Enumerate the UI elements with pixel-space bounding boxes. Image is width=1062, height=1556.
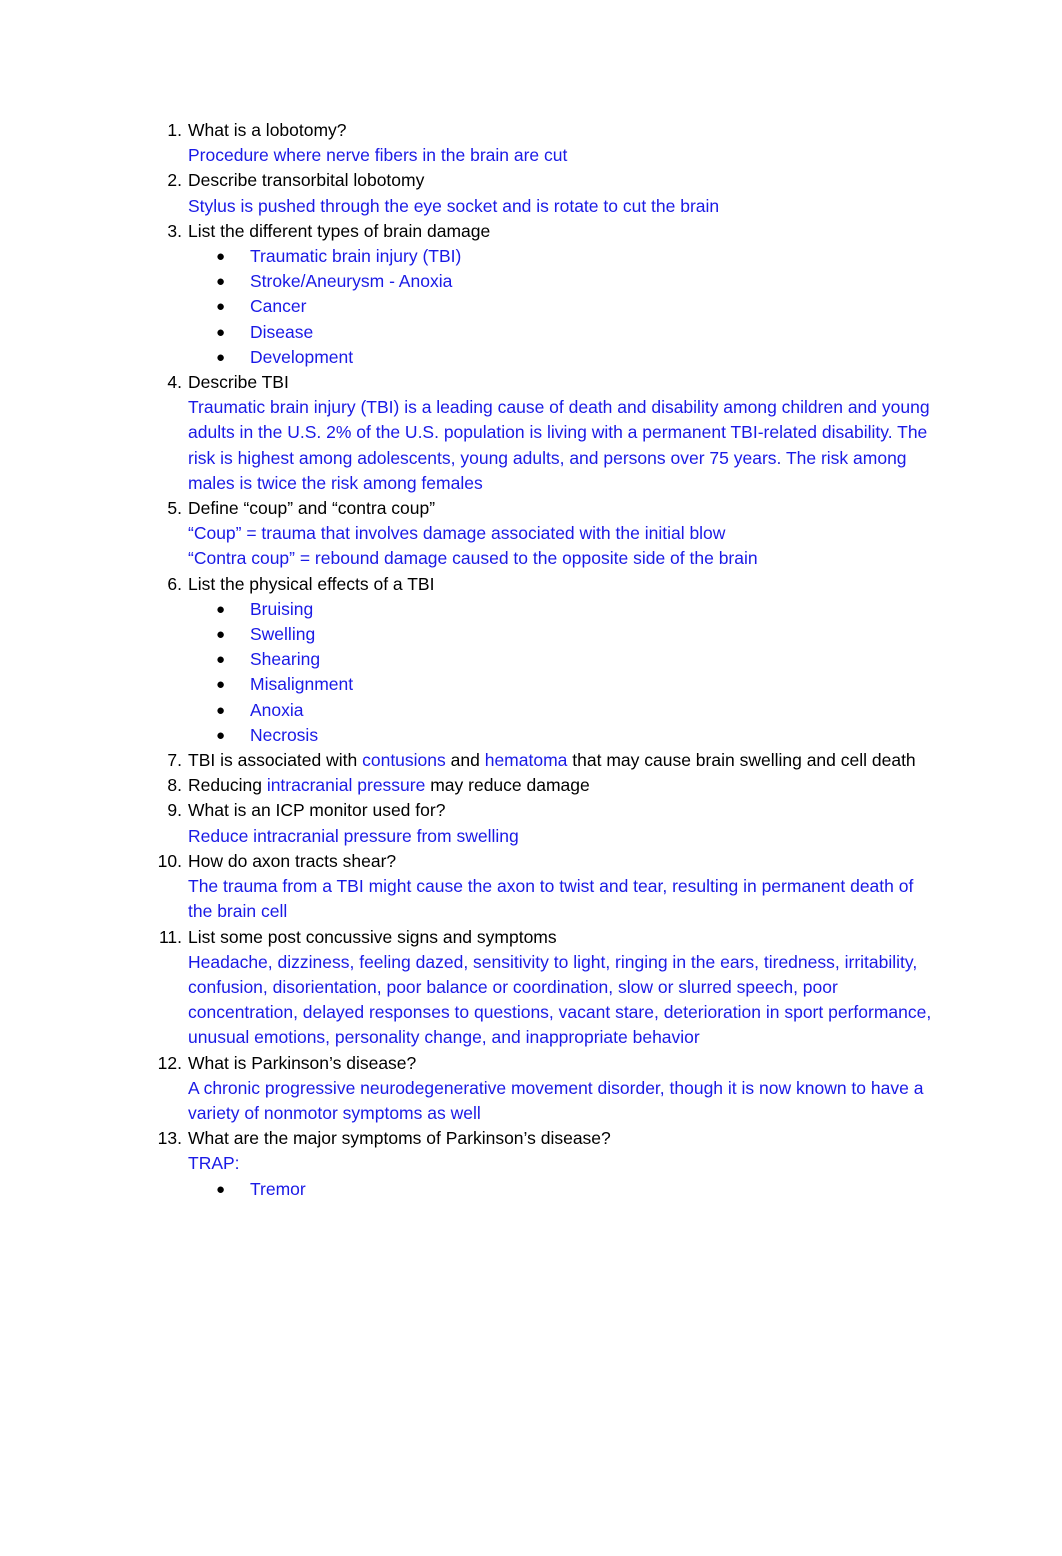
bullet-dot-icon: ● <box>216 600 226 618</box>
bullet-dot-icon: ● <box>216 651 226 669</box>
question-item: 7. TBI is associated with contusions and … <box>155 748 937 773</box>
question-number: 5. <box>167 498 182 519</box>
answer-bullet-label: Cancer <box>250 296 307 317</box>
question-text: Reducing intracranial pressure may reduc… <box>188 773 937 798</box>
answer-text: The trauma from a TBI might cause the ax… <box>188 876 914 922</box>
answer-bullet-label: Necrosis <box>250 724 319 745</box>
question-number: 13. <box>157 1128 182 1149</box>
question-fragment: TBI is associated with <box>188 750 363 771</box>
answer-bullet-label: Tremor <box>250 1178 306 1199</box>
question-number: 1. <box>167 120 182 140</box>
bullet-dot-icon: ● <box>216 248 226 266</box>
answer-text: A chronic progressive neurodegenerative … <box>188 1077 924 1123</box>
answer-text: Traumatic brain injury (TBI) is a leadin… <box>188 397 930 493</box>
question-text: Define “coup” and “contra coup” <box>188 498 436 519</box>
question-item: 2. Describe transorbital lobotomy Stylus i… <box>155 168 937 218</box>
question-item: 6. List the physical effects of a TBI ● Bru… <box>155 572 937 748</box>
answer-text: “Coup” = trauma that involves damage ass… <box>188 523 726 544</box>
bullet-dot-icon: ● <box>216 626 226 644</box>
bullet-dot-icon: ● <box>216 273 226 291</box>
answer-bullet-item: ● Shearing <box>216 647 937 672</box>
answer-bullet-label: Stroke/Aneurysm - Anoxia <box>250 271 453 292</box>
answer-bullet-item: ● Disease <box>216 320 937 345</box>
bullet-dot-icon: ● <box>216 726 226 744</box>
answer-text: Headache, dizziness, feeling dazed, sens… <box>188 951 932 1048</box>
bullet-dot-icon: ● <box>216 676 226 694</box>
answer-bullet-label: Shearing <box>250 649 321 670</box>
question-number: 12. <box>157 1052 182 1073</box>
answer-bullet-label: Bruising <box>250 598 314 619</box>
question-fragment: and <box>445 750 485 771</box>
question-fragment: that may cause brain swelling and cell d… <box>567 750 916 771</box>
answer-bullet-label: Misalignment <box>250 674 354 695</box>
question-text: Describe TBI <box>188 372 289 393</box>
answer-bullet-list: ● Tremor <box>188 1177 937 1202</box>
bullet-dot-icon: ● <box>216 701 226 719</box>
study-guide-question-list: 1. What is a lobotomy? Procedure where ner… <box>155 118 937 1202</box>
question-fragment: may reduce damage <box>425 775 590 796</box>
answer-bullet-label: Swelling <box>250 624 316 645</box>
question-text: What is a lobotomy? <box>188 120 347 140</box>
answer-bullet-label: Development <box>250 346 354 367</box>
question-text: How do axon tracts shear? <box>188 850 397 871</box>
answer-term: hematoma <box>484 750 568 771</box>
answer-text: Stylus is pushed through the eye socket … <box>188 195 720 216</box>
answer-text: TRAP: <box>188 1153 240 1174</box>
answer-bullet-list: ● Bruising ● Swelling ● Shearing ● Misalignment… <box>188 597 937 748</box>
answer-term: intracranial pressure <box>266 775 426 796</box>
answer-bullet-label: Anoxia <box>250 699 304 720</box>
question-item: 4. Describe TBI Traumatic brain injury (TB… <box>155 370 937 496</box>
question-number: 3. <box>167 220 182 241</box>
answer-bullet-item: ● Anoxia <box>216 698 937 723</box>
answer-bullet-item: ● Necrosis <box>216 723 937 748</box>
question-text: List the different types of brain damage <box>188 220 491 241</box>
answer-bullet-item: ● Development <box>216 345 937 370</box>
question-number: 9. <box>167 800 182 821</box>
answer-bullet-label: Traumatic brain injury (TBI) <box>250 246 462 267</box>
question-text: What is Parkinson’s disease? <box>188 1052 417 1073</box>
question-fragment: Reducing <box>188 775 267 796</box>
question-item: 13. What are the major symptoms of Parkin… <box>155 1126 937 1202</box>
answer-bullet-item: ● Cancer <box>216 294 937 319</box>
question-number: 10. <box>157 850 182 871</box>
answer-bullet-item: ● Stroke/Aneurysm - Anoxia <box>216 269 937 294</box>
question-number: 4. <box>167 372 182 393</box>
bullet-dot-icon: ● <box>216 348 226 366</box>
question-item: 12. What is Parkinson’s disease? A chronic… <box>155 1051 937 1127</box>
document-page: 1. What is a lobotomy? Procedure where ner… <box>0 0 1062 1556</box>
question-text: List some post concussive signs and symp… <box>188 926 557 947</box>
question-number: 7. <box>167 750 182 771</box>
question-text: What are the major symptoms of Parkinson… <box>188 1128 611 1149</box>
bullet-dot-icon: ● <box>216 1180 226 1198</box>
question-item: 11. List some post concussive signs and s… <box>155 925 937 1051</box>
question-number: 8. <box>167 775 182 796</box>
answer-bullet-item: ● Tremor <box>216 1177 937 1202</box>
question-item: 5. Define “coup” and “contra coup” “Coup” … <box>155 496 937 572</box>
answer-bullet-item: ● Swelling <box>216 622 937 647</box>
question-item: 9. What is an ICP monitor used for? Reduce… <box>155 798 937 848</box>
question-number: 6. <box>167 573 182 594</box>
question-number: 2. <box>167 170 182 191</box>
question-text: TBI is associated with contusions and he… <box>188 748 937 773</box>
question-item: 10. How do axon tracts shear? The trauma f… <box>155 849 937 925</box>
answer-text: Procedure where nerve fibers in the brai… <box>188 145 568 166</box>
answer-bullet-item: ● Traumatic brain injury (TBI) <box>216 244 937 269</box>
answer-bullet-list: ● Traumatic brain injury (TBI) ● Stroke/Ane… <box>188 244 937 370</box>
question-item: 1. What is a lobotomy? Procedure where ner… <box>155 118 937 168</box>
question-number: 11. <box>158 926 182 947</box>
question-item: 3. List the different types of brain dama… <box>155 219 937 370</box>
bullet-dot-icon: ● <box>216 298 226 316</box>
bullet-dot-icon: ● <box>216 323 226 341</box>
question-text: List the physical effects of a TBI <box>188 573 435 594</box>
question-item: 8. Reducing intracranial pressure may red… <box>155 773 937 798</box>
answer-bullet-item: ● Misalignment <box>216 672 937 697</box>
answer-bullet-item: ● Bruising <box>216 597 937 622</box>
answer-bullet-label: Disease <box>250 321 314 342</box>
question-text: Describe transorbital lobotomy <box>188 170 425 191</box>
question-text: What is an ICP monitor used for? <box>188 800 446 821</box>
answer-text: “Contra coup” = rebound damage caused to… <box>188 548 758 569</box>
answer-term: contusions <box>362 750 446 771</box>
answer-text: Reduce intracranial pressure from swelli… <box>188 825 519 846</box>
